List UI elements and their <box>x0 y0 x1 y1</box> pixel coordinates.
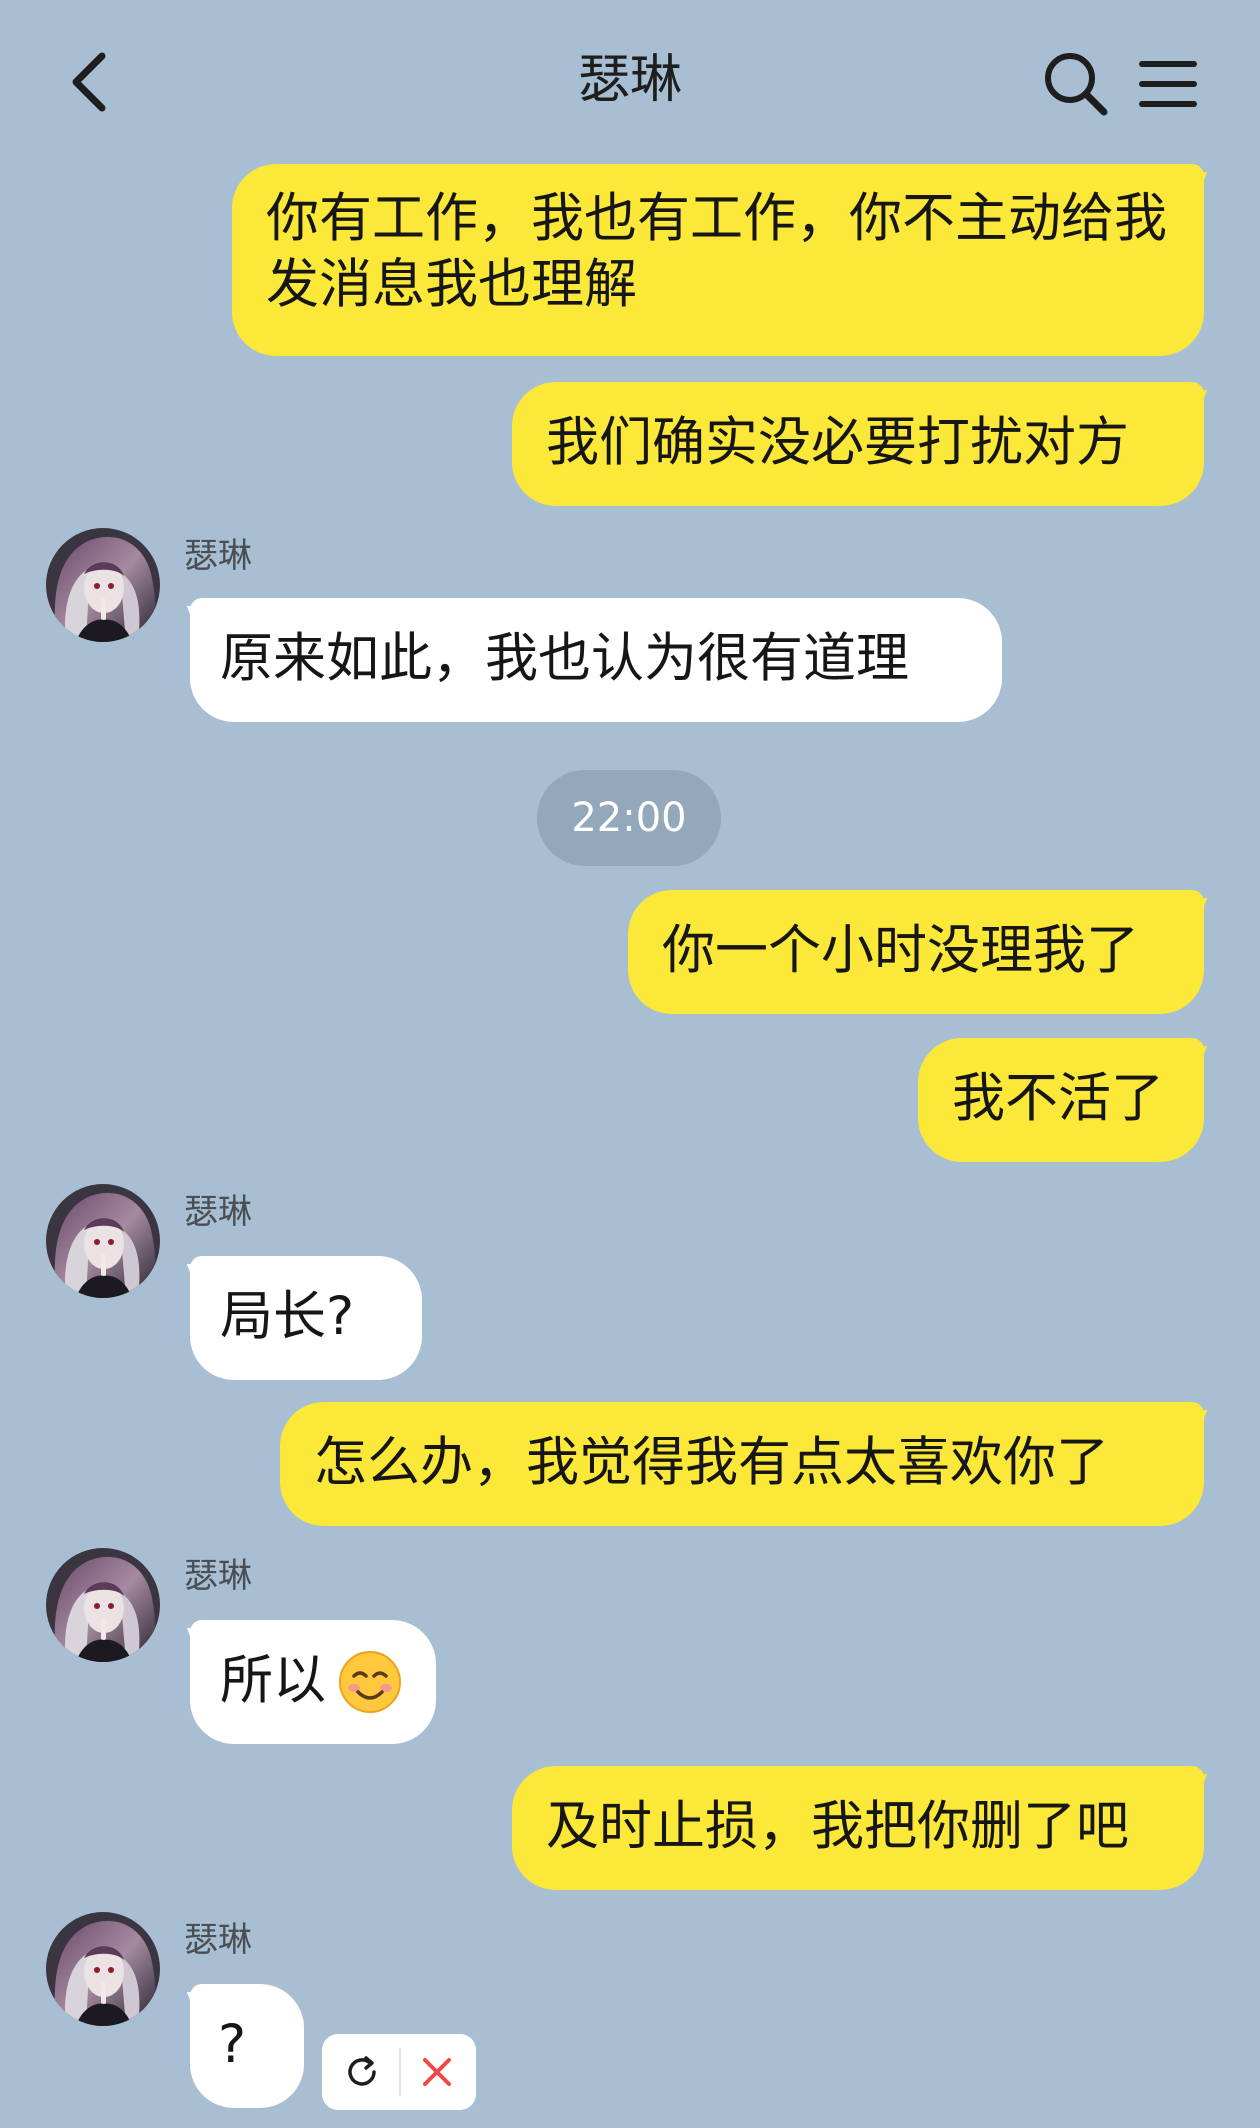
message-text: 怎么办，我觉得我有点太喜欢你了 <box>314 1432 1109 1493</box>
retry-icon <box>348 2056 376 2086</box>
sender-name: 瑟琳 <box>184 1556 252 1596</box>
their-message-bubble[interactable]: 所以 <box>190 1620 436 1744</box>
my-message-bubble[interactable]: 怎么办，我觉得我有点太喜欢你了 <box>280 1402 1204 1526</box>
message-text: 及时止损，我把你删了吧 <box>546 1796 1129 1857</box>
message-text: 原来如此，我也认为很有道理 <box>220 628 909 689</box>
delete-icon <box>423 2058 451 2086</box>
message-text: 局长? <box>220 1286 355 1347</box>
their-message-bubble[interactable]: ? <box>190 1984 304 2108</box>
my-message-bubble[interactable]: 你有工作，我也有工作，你不主动给我发消息我也理解 <box>232 164 1204 356</box>
their-message-bubble[interactable]: 原来如此，我也认为很有道理 <box>190 598 1002 722</box>
message-text: ? <box>218 2014 247 2075</box>
message-text: 所以 <box>220 1650 326 1711</box>
smiling-face-emoji-icon <box>339 1651 401 1713</box>
my-message-bubble[interactable]: 我们确实没必要打扰对方 <box>512 382 1204 506</box>
message-text: 你有工作，我也有工作，你不主动给我发消息我也理解 <box>266 188 1167 315</box>
delete-button[interactable] <box>399 2034 476 2110</box>
message-text: 我不活了 <box>952 1068 1164 1129</box>
search-icon[interactable] <box>1042 50 1110 118</box>
sender-name: 瑟琳 <box>184 1192 252 1232</box>
sender-name: 瑟琳 <box>184 536 252 576</box>
message-text: 我们确实没必要打扰对方 <box>546 412 1129 473</box>
contact-avatar[interactable] <box>46 1912 160 2026</box>
contact-avatar[interactable] <box>46 1184 160 1298</box>
message-actions <box>322 2034 476 2110</box>
their-message-bubble[interactable]: 局长? <box>190 1256 422 1380</box>
message-text: 你一个小时没理我了 <box>662 920 1139 981</box>
my-message-bubble[interactable]: 及时止损，我把你删了吧 <box>512 1766 1204 1890</box>
menu-icon[interactable] <box>1138 58 1198 110</box>
retry-button[interactable] <box>322 2034 399 2110</box>
my-message-bubble[interactable]: 你一个小时没理我了 <box>628 890 1204 1014</box>
chat-header: 瑟琳 <box>0 0 1260 150</box>
my-message-bubble[interactable]: 我不活了 <box>918 1038 1204 1162</box>
contact-avatar[interactable] <box>46 528 160 642</box>
sender-name: 瑟琳 <box>184 1920 252 1960</box>
timestamp-pill: 22:00 <box>537 770 721 866</box>
contact-avatar[interactable] <box>46 1548 160 1662</box>
